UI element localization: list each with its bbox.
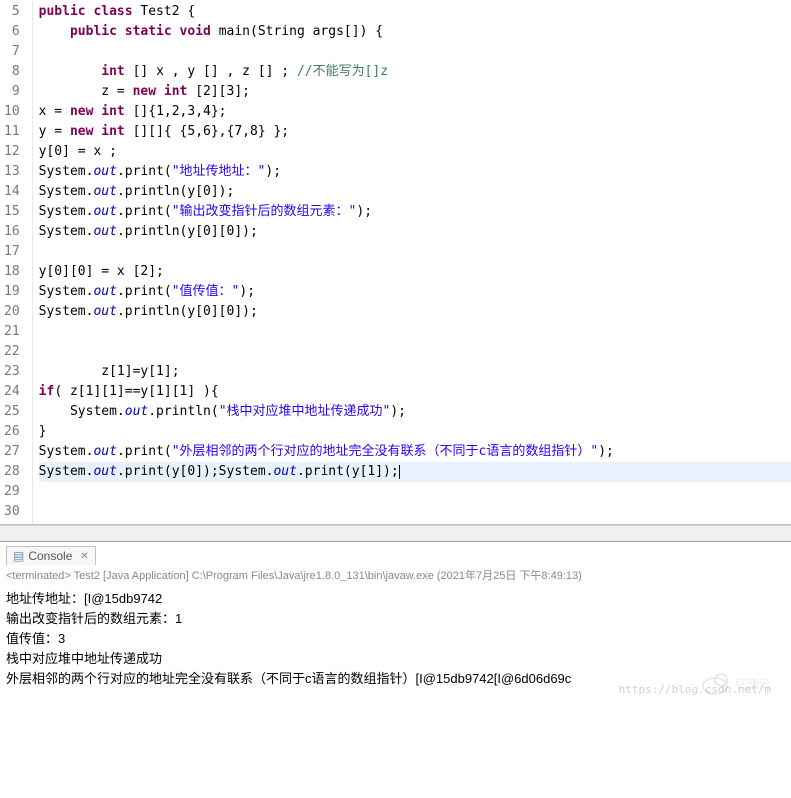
line-number: 30 (4, 502, 20, 522)
code-line[interactable] (39, 502, 791, 522)
code-line[interactable] (39, 42, 791, 62)
line-number: 5 (4, 2, 20, 22)
code-line[interactable]: public static void main(String args[]) { (39, 22, 791, 42)
console-line: 地址传地址：[I@15db9742 (6, 589, 785, 609)
line-number-gutter: 5678910111213141516171819202122232425262… (0, 0, 33, 524)
code-line[interactable]: if( z[1][1]==y[1][1] ){ (39, 382, 791, 402)
console-tab-bar: ▤ Console ✕ (0, 542, 791, 565)
console-tab[interactable]: ▤ Console ✕ (6, 546, 96, 565)
code-line[interactable]: System.out.println("栈中对应堆中地址传递成功"); (39, 402, 791, 422)
line-number: 23 (4, 362, 20, 382)
line-number: 28 (4, 462, 20, 482)
code-line[interactable]: y = new int [][]{ {5,6},{7,8} }; (39, 122, 791, 142)
line-number: 22 (4, 342, 20, 362)
close-icon[interactable]: ✕ (80, 551, 88, 562)
code-line[interactable]: System.out.print("外层相邻的两个行对应的地址完全没有联系（不同… (39, 442, 791, 462)
code-line[interactable] (39, 242, 791, 262)
line-number: 26 (4, 422, 20, 442)
console-panel: ▤ Console ✕ <terminated> Test2 [Java App… (0, 541, 791, 696)
line-number: 17 (4, 242, 20, 262)
code-line[interactable]: z = new int [2][3]; (39, 82, 791, 102)
code-line[interactable]: } (39, 422, 791, 442)
console-line: 栈中对应堆中地址传递成功 (6, 649, 785, 669)
code-line[interactable]: public class Test2 { (39, 2, 791, 22)
line-number: 20 (4, 302, 20, 322)
line-number: 14 (4, 182, 20, 202)
code-line[interactable]: System.out.print("值传值："); (39, 282, 791, 302)
code-line[interactable]: System.out.println(y[0][0]); (39, 222, 791, 242)
watermark-text: https://blog.csdn.net/m (0, 683, 791, 696)
svg-text:亿速云: 亿速云 (735, 676, 771, 691)
line-number: 8 (4, 62, 20, 82)
line-number: 24 (4, 382, 20, 402)
code-line[interactable]: System.out.println(y[0]); (39, 182, 791, 202)
code-line[interactable]: y[0][0] = x [2]; (39, 262, 791, 282)
line-number: 12 (4, 142, 20, 162)
line-number: 18 (4, 262, 20, 282)
code-line[interactable] (39, 322, 791, 342)
line-number: 15 (4, 202, 20, 222)
line-number: 7 (4, 42, 20, 62)
line-number: 10 (4, 102, 20, 122)
console-line: 值传值：3 (6, 629, 785, 649)
code-line[interactable]: y[0] = x ; (39, 142, 791, 162)
console-status: <terminated> Test2 [Java Application] C:… (0, 565, 791, 587)
code-line[interactable] (39, 482, 791, 502)
code-line[interactable]: int [] x , y [] , z [] ; //不能写为[]z (39, 62, 791, 82)
line-number: 9 (4, 82, 20, 102)
line-number: 29 (4, 482, 20, 502)
code-line[interactable] (39, 342, 791, 362)
code-editor[interactable]: 5678910111213141516171819202122232425262… (0, 0, 791, 525)
code-line[interactable]: System.out.print("输出改变指针后的数组元素："); (39, 202, 791, 222)
code-line[interactable]: System.out.print("地址传地址："); (39, 162, 791, 182)
line-number: 6 (4, 22, 20, 42)
console-icon: ▤ (13, 549, 24, 563)
line-number: 16 (4, 222, 20, 242)
line-number: 19 (4, 282, 20, 302)
code-line[interactable]: System.out.println(y[0][0]); (39, 302, 791, 322)
line-number: 27 (4, 442, 20, 462)
console-output: 地址传地址：[I@15db9742输出改变指针后的数组元素：1值传值：3栈中对应… (0, 587, 791, 697)
console-line: 输出改变指针后的数组元素：1 (6, 609, 785, 629)
console-tab-label: Console (28, 549, 72, 563)
code-line[interactable]: z[1]=y[1]; (39, 362, 791, 382)
line-number: 21 (4, 322, 20, 342)
logo-watermark: 亿速云 (699, 666, 779, 698)
code-line[interactable]: x = new int []{1,2,3,4}; (39, 102, 791, 122)
horizontal-scrollbar[interactable] (0, 525, 791, 541)
code-area[interactable]: public class Test2 { public static void … (33, 0, 791, 524)
line-number: 11 (4, 122, 20, 142)
code-line[interactable]: System.out.print(y[0]);System.out.print(… (39, 462, 791, 482)
line-number: 25 (4, 402, 20, 422)
line-number: 13 (4, 162, 20, 182)
